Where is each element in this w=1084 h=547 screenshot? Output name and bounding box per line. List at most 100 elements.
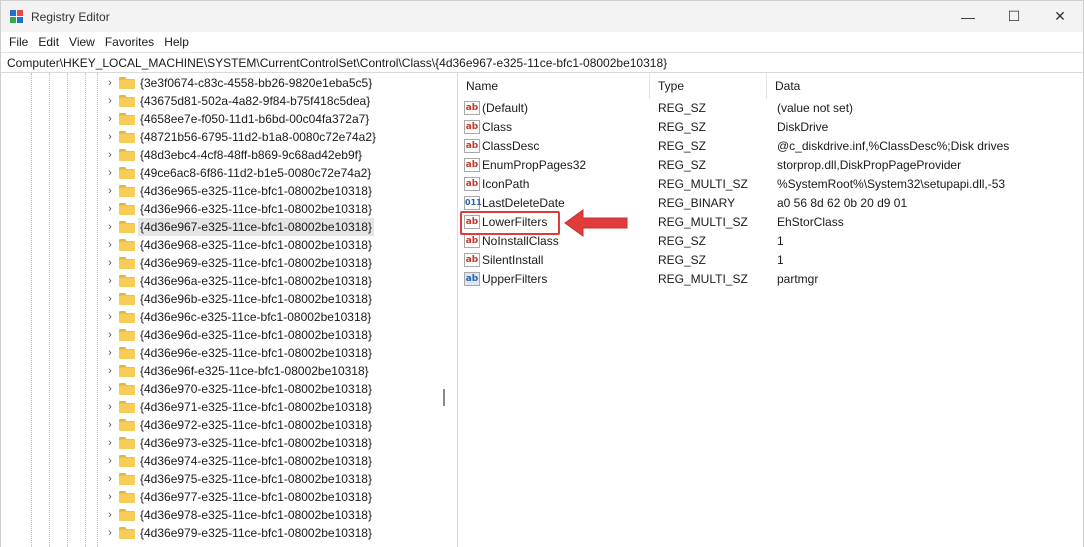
tree-item[interactable]: › {4d36e974-e325-11ce-bfc1-08002be10318}: [1, 452, 441, 470]
tree-item-label: {4d36e96c-e325-11ce-bfc1-08002be10318}: [140, 310, 372, 324]
chevron-right-icon[interactable]: ›: [105, 311, 115, 323]
chevron-right-icon[interactable]: ›: [105, 167, 115, 179]
chevron-right-icon[interactable]: ›: [105, 473, 115, 485]
column-header-data[interactable]: Data: [767, 73, 1083, 99]
value-name: SilentInstall: [482, 253, 544, 267]
tree-item-label: {4d36e974-e325-11ce-bfc1-08002be10318}: [140, 454, 372, 468]
close-button[interactable]: ✕: [1037, 1, 1083, 32]
tree-item[interactable]: › {4d36e970-e325-11ce-bfc1-08002be10318}: [1, 380, 441, 398]
chevron-right-icon[interactable]: ›: [105, 185, 115, 197]
menu-file[interactable]: File: [4, 32, 33, 52]
value-data: @c_diskdrive.inf,%ClassDesc%;Disk drives: [777, 139, 1010, 153]
chevron-right-icon[interactable]: ›: [105, 239, 115, 251]
registry-key-tree[interactable]: › {3e3f0674-c83c-4558-bb26-9820e1eba5c5} ›…: [1, 73, 453, 547]
chevron-right-icon[interactable]: ›: [105, 149, 115, 161]
tree-item-label: {4d36e968-e325-11ce-bfc1-08002be10318}: [140, 238, 372, 252]
tree-item[interactable]: › {4d36e96e-e325-11ce-bfc1-08002be10318}: [1, 344, 441, 362]
tree-item[interactable]: › {4d36e972-e325-11ce-bfc1-08002be10318}: [1, 416, 441, 434]
value-data: partmgr: [777, 272, 819, 286]
menu-help[interactable]: Help: [159, 32, 194, 52]
tree-item[interactable]: › {4d36e96b-e325-11ce-bfc1-08002be10318}: [1, 290, 441, 308]
value-row[interactable]: ab EnumPropPages32 REG_SZ storprop.dll,Disk…: [458, 156, 1083, 175]
chevron-right-icon[interactable]: ›: [105, 419, 115, 431]
chevron-right-icon[interactable]: ›: [105, 401, 115, 413]
column-header-type[interactable]: Type: [650, 73, 767, 99]
tree-item[interactable]: › {48721b56-6795-11d2-b1a8-0080c72e74a2}: [1, 128, 441, 146]
tree-item[interactable]: › {3e3f0674-c83c-4558-bb26-9820e1eba5c5}: [1, 74, 441, 92]
tree-item[interactable]: › {4d36e971-e325-11ce-bfc1-08002be10318}: [1, 398, 441, 416]
tree-item[interactable]: › {4d36e96d-e325-11ce-bfc1-08002be10318}: [1, 326, 441, 344]
tree-item[interactable]: › {4d36e96f-e325-11ce-bfc1-08002be10318}: [1, 362, 441, 380]
chevron-right-icon[interactable]: ›: [105, 365, 115, 377]
folder-icon: [119, 347, 135, 359]
chevron-right-icon[interactable]: ›: [105, 437, 115, 449]
value-row[interactable]: ab IconPath REG_MULTI_SZ %SystemRoot%\Syste…: [458, 175, 1083, 194]
value-data: storprop.dll,DiskPropPageProvider: [777, 158, 962, 172]
value-row[interactable]: ab Class REG_SZ DiskDrive: [458, 118, 1083, 137]
tree-item-label: {4d36e969-e325-11ce-bfc1-08002be10318}: [140, 256, 372, 270]
tree-item[interactable]: › {49ce6ac8-6f86-11d2-b1e5-0080c72e74a2}: [1, 164, 441, 182]
tree-item[interactable]: › {4d36e96c-e325-11ce-bfc1-08002be10318}: [1, 308, 441, 326]
menu-bar: File Edit View Favorites Help: [1, 32, 1083, 52]
menu-view[interactable]: View: [64, 32, 100, 52]
maximize-button[interactable]: ☐: [991, 1, 1037, 32]
value-row[interactable]: ab SilentInstall REG_SZ 1: [458, 251, 1083, 270]
minimize-button[interactable]: —: [945, 1, 991, 32]
chevron-right-icon[interactable]: ›: [105, 527, 115, 539]
registry-editor-app-icon: [10, 10, 24, 24]
tree-item[interactable]: › {4d36e978-e325-11ce-bfc1-08002be10318}: [1, 506, 441, 524]
lowerfilters-highlight-box: [460, 211, 560, 235]
chevron-right-icon[interactable]: ›: [105, 77, 115, 89]
chevron-right-icon[interactable]: ›: [105, 257, 115, 269]
value-type: REG_BINARY: [658, 196, 736, 210]
tree-item-label: {4d36e967-e325-11ce-bfc1-08002be10318}: [138, 218, 374, 236]
tree-item[interactable]: › {4d36e977-e325-11ce-bfc1-08002be10318}: [1, 488, 441, 506]
tree-item-label: {4d36e973-e325-11ce-bfc1-08002be10318}: [140, 436, 372, 450]
title-bar[interactable]: Registry Editor — ☐ ✕: [1, 1, 1083, 32]
folder-icon: [119, 131, 135, 143]
chevron-right-icon[interactable]: ›: [105, 221, 115, 233]
string-value-icon: ab: [464, 101, 480, 115]
folder-icon: [119, 311, 135, 323]
chevron-right-icon[interactable]: ›: [105, 131, 115, 143]
registry-values-list[interactable]: Name Type Data ab (Default) REG_SZ (value n…: [458, 73, 1083, 547]
chevron-right-icon[interactable]: ›: [105, 275, 115, 287]
chevron-right-icon[interactable]: ›: [105, 203, 115, 215]
tree-item-selected[interactable]: › {4d36e967-e325-11ce-bfc1-08002be10318}: [1, 218, 441, 236]
tree-item[interactable]: › {4d36e966-e325-11ce-bfc1-08002be10318}: [1, 200, 441, 218]
value-row[interactable]: ab (Default) REG_SZ (value not set): [458, 99, 1083, 118]
tree-scrollbar-thumb[interactable]: [443, 389, 445, 406]
chevron-right-icon[interactable]: ›: [105, 293, 115, 305]
tree-item[interactable]: › {48d3ebc4-4cf8-48ff-b869-9c68ad42eb9f}: [1, 146, 441, 164]
tree-scrollbar[interactable]: [437, 73, 453, 547]
folder-icon: [119, 365, 135, 377]
chevron-right-icon[interactable]: ›: [105, 455, 115, 467]
menu-favorites[interactable]: Favorites: [100, 32, 159, 52]
chevron-right-icon[interactable]: ›: [105, 383, 115, 395]
tree-item[interactable]: › {4d36e975-e325-11ce-bfc1-08002be10318}: [1, 470, 441, 488]
folder-icon: [119, 491, 135, 503]
chevron-right-icon[interactable]: ›: [105, 491, 115, 503]
folder-icon: [119, 257, 135, 269]
chevron-right-icon[interactable]: ›: [105, 113, 115, 125]
tree-item[interactable]: › {4d36e968-e325-11ce-bfc1-08002be10318}: [1, 236, 441, 254]
tree-item-label: {4d36e970-e325-11ce-bfc1-08002be10318}: [140, 382, 372, 396]
tree-item[interactable]: › {4d36e96a-e325-11ce-bfc1-08002be10318}: [1, 272, 441, 290]
chevron-right-icon[interactable]: ›: [105, 347, 115, 359]
tree-item[interactable]: › {4d36e979-e325-11ce-bfc1-08002be10318}: [1, 524, 441, 542]
value-row[interactable]: ab ClassDesc REG_SZ @c_diskdrive.inf,%Class…: [458, 137, 1083, 156]
tree-item[interactable]: › {4d36e969-e325-11ce-bfc1-08002be10318}: [1, 254, 441, 272]
tree-item-label: {4658ee7e-f050-11d1-b6bd-00c04fa372a7}: [140, 112, 370, 126]
chevron-right-icon[interactable]: ›: [105, 509, 115, 521]
chevron-right-icon[interactable]: ›: [105, 95, 115, 107]
tree-item[interactable]: › {4d36e965-e325-11ce-bfc1-08002be10318}: [1, 182, 441, 200]
column-header-name[interactable]: Name: [458, 73, 650, 99]
tree-item[interactable]: › {43675d81-502a-4a82-9f84-b75f418c5dea}: [1, 92, 441, 110]
value-data: (value not set): [777, 101, 854, 115]
menu-edit[interactable]: Edit: [33, 32, 64, 52]
tree-item[interactable]: › {4658ee7e-f050-11d1-b6bd-00c04fa372a7}: [1, 110, 441, 128]
value-row[interactable]: ab UpperFilters REG_MULTI_SZ partmgr: [458, 270, 1083, 289]
tree-item[interactable]: › {4d36e973-e325-11ce-bfc1-08002be10318}: [1, 434, 441, 452]
chevron-right-icon[interactable]: ›: [105, 329, 115, 341]
address-bar[interactable]: Computer\HKEY_LOCAL_MACHINE\SYSTEM\Curre…: [1, 52, 1083, 73]
